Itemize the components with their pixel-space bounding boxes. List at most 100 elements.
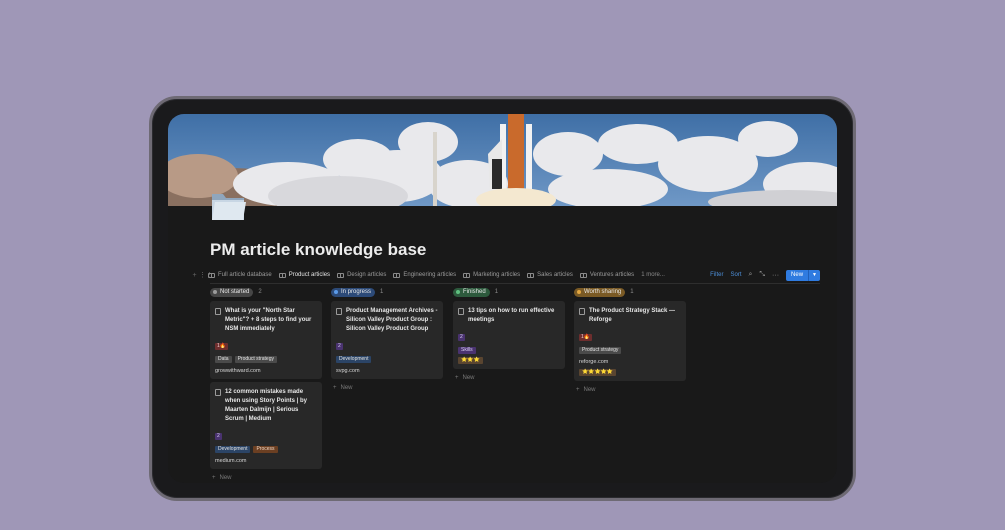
more-icon[interactable]: ··· [772, 272, 779, 279]
priority-badge: 2 [336, 343, 343, 350]
board-icon [278, 272, 286, 278]
card-url: medium.com [215, 458, 247, 464]
status-label: In progress [341, 289, 372, 295]
tab-label: Ventures articles [589, 272, 635, 278]
document-icon [215, 308, 221, 315]
board-icon [579, 272, 587, 278]
card-title-text: What is your "North Star Metric"? + 8 st… [225, 308, 312, 332]
table-icon [208, 272, 215, 278]
priority-badge: 1🔥 [579, 334, 593, 341]
tab-marketing-articles[interactable]: Marketing articles [463, 268, 520, 282]
status-pill: Worth sharing [574, 287, 626, 297]
tab-ventures-articles[interactable]: Ventures articles [579, 268, 635, 282]
view-toolbar: Filter Sort ⌕ ⤡ ··· New ▼ [710, 269, 820, 281]
tag-list: Development Process [215, 446, 317, 453]
add-card-label: New [340, 385, 353, 391]
add-block-icon[interactable]: + [190, 272, 199, 279]
page-title: PM article knowledge base [210, 240, 427, 259]
board-column-in-progress: In progress 1 Product Management Archive… [331, 287, 443, 394]
card-url: svpg.com [336, 368, 360, 374]
tab-product-articles[interactable]: Product articles [278, 268, 331, 284]
add-card-button[interactable]: + New [453, 372, 565, 384]
board-column-worth-sharing: Worth sharing 1 The Product Strategy Sta… [574, 287, 686, 396]
add-card-label: New [219, 475, 232, 481]
card-title-text: 12 common mistakes made when using Story… [225, 389, 308, 422]
board-card[interactable]: What is your "North Star Metric"? + 8 st… [210, 301, 322, 379]
column-header: Finished 1 [453, 287, 565, 297]
tab-label: 1 more... [641, 272, 665, 278]
tab-full-article-database[interactable]: Full article database [208, 268, 272, 282]
card-title: 13 tips on how to run effective meetings [458, 307, 560, 325]
tab-design-articles[interactable]: Design articles [337, 268, 386, 282]
status-label: Not started [220, 289, 250, 295]
card-url: reforge.com [579, 359, 609, 365]
tag: Process [253, 446, 278, 453]
tab-label: Full article database [218, 272, 272, 278]
add-card-button[interactable]: + New [331, 382, 443, 394]
status-dot [334, 290, 338, 294]
plus-icon: + [333, 385, 337, 391]
tab-engineering-articles[interactable]: Engineering articles [393, 268, 456, 282]
board-card[interactable]: 12 common mistakes made when using Story… [210, 382, 322, 469]
document-icon [579, 308, 585, 315]
add-card-button[interactable]: + New [210, 472, 322, 483]
board-card[interactable]: The Product Strategy Stack — Reforge 1🔥 … [574, 301, 686, 381]
tab-sales-articles[interactable]: Sales articles [527, 268, 573, 282]
column-header: Worth sharing 1 [574, 287, 686, 297]
card-title: What is your "North Star Metric"? + 8 st… [215, 307, 317, 334]
column-count: 2 [258, 289, 262, 295]
plus-icon: + [212, 475, 216, 481]
column-count: 1 [380, 289, 384, 295]
plus-icon: + [576, 387, 580, 393]
new-button[interactable]: New ▼ [786, 269, 820, 281]
status-pill: Finished [453, 287, 490, 297]
divider [210, 283, 820, 284]
tag: Skills [458, 347, 476, 354]
drag-handle-icon[interactable]: ⋮⋮ [199, 271, 213, 279]
board-card[interactable]: Product Management Archives - Silicon Va… [331, 301, 443, 379]
tag-list: Product strategy [579, 347, 681, 354]
tag-list: Skills ⭐⭐⭐ [458, 347, 560, 364]
tab-label: Engineering articles [403, 272, 457, 278]
board-card[interactable]: 13 tips on how to run effective meetings… [453, 301, 565, 369]
new-button-label: New [786, 269, 810, 281]
priority-badge: 1🔥 [215, 343, 229, 350]
column-count: 1 [494, 289, 499, 295]
tag-list: Development [336, 356, 438, 363]
rating-row: ⭐⭐⭐⭐⭐ [579, 369, 681, 376]
document-icon [458, 308, 464, 315]
sort-button[interactable]: Sort [730, 272, 741, 278]
card-title: 12 common mistakes made when using Story… [215, 388, 317, 424]
priority-badge: 2 [458, 334, 465, 341]
plus-icon: + [455, 375, 459, 381]
status-dot [577, 290, 581, 294]
status-pill: In progress [331, 287, 376, 297]
board-icon [337, 272, 345, 278]
status-dot [213, 290, 217, 294]
expand-icon[interactable]: ⤡ [759, 271, 765, 279]
tag: Development [215, 446, 251, 453]
document-icon [215, 389, 221, 396]
status-label: Worth sharing [584, 289, 622, 295]
status-label: Finished [463, 289, 486, 295]
folder-icon [212, 194, 246, 220]
status-dot [456, 290, 460, 294]
card-title-text: The Product Strategy Stack — Reforge [589, 308, 676, 323]
add-card-label: New [462, 375, 475, 381]
board-icon [393, 272, 401, 278]
board-column-not-started: Not started 2 What is your "North Star M… [210, 287, 322, 483]
board-icon [527, 272, 535, 278]
cover-image [168, 114, 837, 206]
column-header: In progress 1 [331, 287, 443, 297]
add-card-button[interactable]: + New [574, 384, 686, 396]
chevron-down-icon[interactable]: ▼ [809, 272, 820, 278]
card-title-text: 13 tips on how to run effective meetings [468, 308, 555, 323]
tab-more[interactable]: 1 more... [641, 268, 665, 282]
card-url: growwithward.com [215, 368, 261, 374]
tag: Data [215, 356, 232, 363]
view-tab-bar: + ⋮⋮ Full article database Product artic… [190, 268, 820, 284]
rating-tag: ⭐⭐⭐⭐⭐ [579, 369, 617, 376]
search-icon[interactable]: ⌕ [749, 271, 753, 279]
card-title-text: Product Management Archives - Silicon Va… [346, 308, 438, 332]
filter-button[interactable]: Filter [710, 272, 723, 278]
